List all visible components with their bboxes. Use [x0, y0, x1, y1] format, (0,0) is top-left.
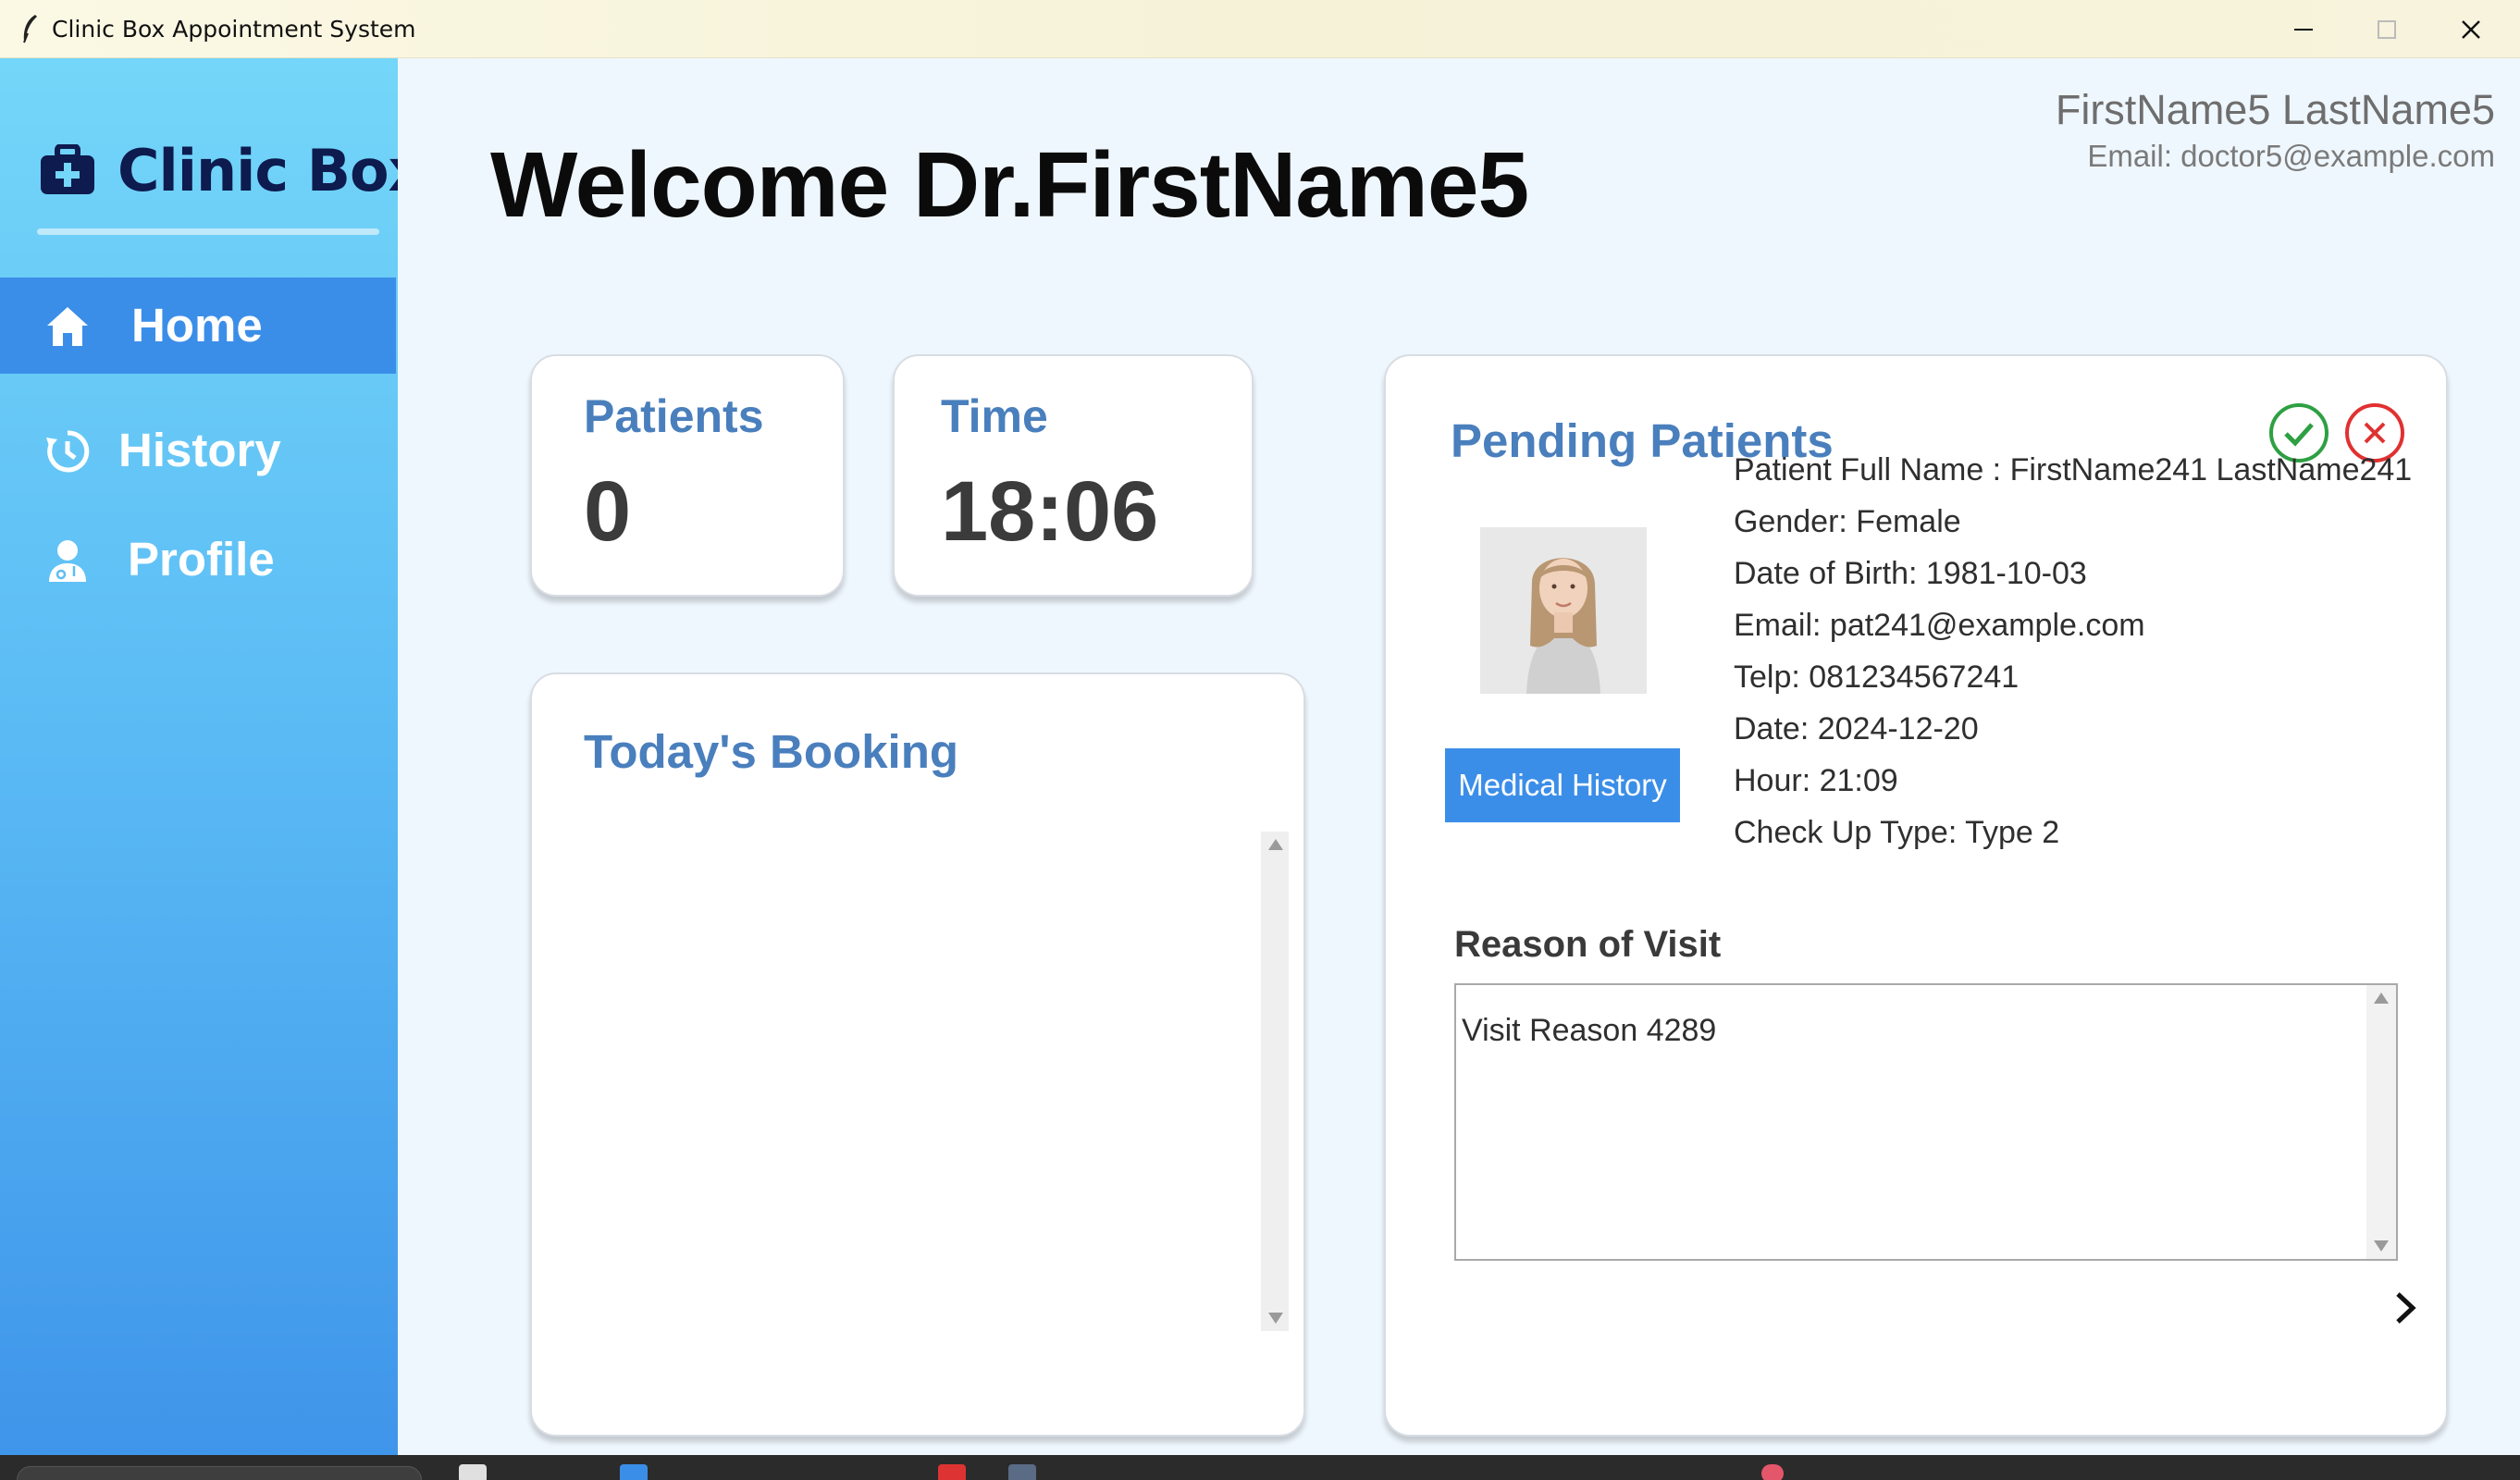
patients-stat-card: Patients 0 [530, 354, 845, 597]
sidebar-item-history[interactable]: History [0, 402, 396, 499]
logo-divider [37, 228, 379, 235]
window-titlebar: Clinic Box Appointment System [0, 0, 2520, 58]
feather-icon [23, 15, 37, 43]
window-title: Clinic Box Appointment System [52, 16, 416, 43]
patient-full-name: Patient Full Name : FirstName241 LastNam… [1734, 452, 2413, 487]
scroll-down-arrow-icon[interactable] [2374, 1240, 2389, 1252]
patients-label: Patients [584, 390, 764, 442]
scroll-up-arrow-icon[interactable] [1268, 839, 1283, 850]
todays-booking-card: Today's Booking [530, 672, 1305, 1437]
home-icon [47, 307, 88, 346]
chevron-right-icon[interactable] [2387, 1285, 2424, 1331]
minimize-button[interactable] [2262, 0, 2345, 58]
medical-history-button[interactable]: Medical History [1445, 748, 1680, 822]
doctor-icon [49, 540, 86, 582]
sidebar-item-profile[interactable]: Profile [0, 512, 396, 608]
scroll-down-arrow-icon[interactable] [1268, 1313, 1283, 1324]
scroll-up-arrow-icon[interactable] [2374, 993, 2389, 1004]
appointment-hour: Hour: 21:09 [1734, 763, 1898, 798]
patient-gender: Gender: Female [1734, 504, 1961, 539]
checkup-type: Check Up Type: Type 2 [1734, 815, 2060, 850]
time-value: 18:06 [941, 464, 1159, 559]
time-label: Time [941, 390, 1048, 442]
os-taskbar [0, 1455, 2520, 1480]
time-stat-card: Time 18:06 [893, 354, 1254, 597]
main-content: Welcome Dr.FirstName5 FirstName5 LastNam… [398, 58, 2520, 1455]
sidebar: Clinic Box Home History Profile [0, 58, 426, 1455]
taskbar-search[interactable] [17, 1466, 422, 1480]
appointment-date: Date: 2024-12-20 [1734, 711, 1979, 746]
sidebar-item-home[interactable]: Home [0, 278, 396, 374]
patient-dob: Date of Birth: 1981-10-03 [1734, 556, 2087, 591]
reason-of-visit-label: Reason of Visit [1454, 924, 1722, 965]
patient-telp: Telp: 081234567241 [1734, 660, 2020, 695]
maximize-icon [2378, 20, 2396, 39]
taskbar-app-icon[interactable] [459, 1464, 487, 1480]
history-icon [46, 430, 90, 473]
sidebar-item-label: Home [131, 299, 263, 352]
logo-text: Clinic Box [117, 137, 426, 204]
pending-patients-card: Pending Patients Medical History Patient… [1384, 354, 2448, 1437]
user-name: FirstName5 LastName5 [2055, 86, 2495, 133]
taskbar-app-icon[interactable] [620, 1464, 648, 1480]
reason-of-visit-textarea[interactable]: Visit Reason 4289 [1454, 983, 2398, 1261]
reason-scrollbar[interactable] [2366, 985, 2396, 1259]
user-email: Email: doctor5@example.com [2087, 139, 2495, 173]
notification-badge-icon [1761, 1464, 1784, 1480]
medical-kit-icon [41, 144, 94, 194]
maximize-button[interactable] [2345, 0, 2428, 58]
close-icon [2462, 20, 2480, 39]
reason-of-visit-text: Visit Reason 4289 [1462, 1013, 1717, 1048]
booking-title: Today's Booking [584, 725, 959, 778]
close-button[interactable] [2429, 0, 2513, 58]
page-title: Welcome Dr.FirstName5 [490, 133, 1529, 237]
taskbar-app-icon[interactable] [1008, 1464, 1036, 1480]
taskbar-app-icon[interactable] [938, 1464, 966, 1480]
patient-email: Email: pat241@example.com [1734, 608, 2145, 643]
sidebar-item-label: Profile [128, 533, 275, 586]
minimize-icon [2294, 29, 2313, 31]
sidebar-item-label: History [118, 424, 281, 476]
booking-scrollbar[interactable] [1261, 832, 1289, 1331]
patients-count: 0 [584, 464, 632, 559]
patient-avatar-illustration [1480, 527, 1647, 694]
patient-photo [1480, 527, 1647, 694]
